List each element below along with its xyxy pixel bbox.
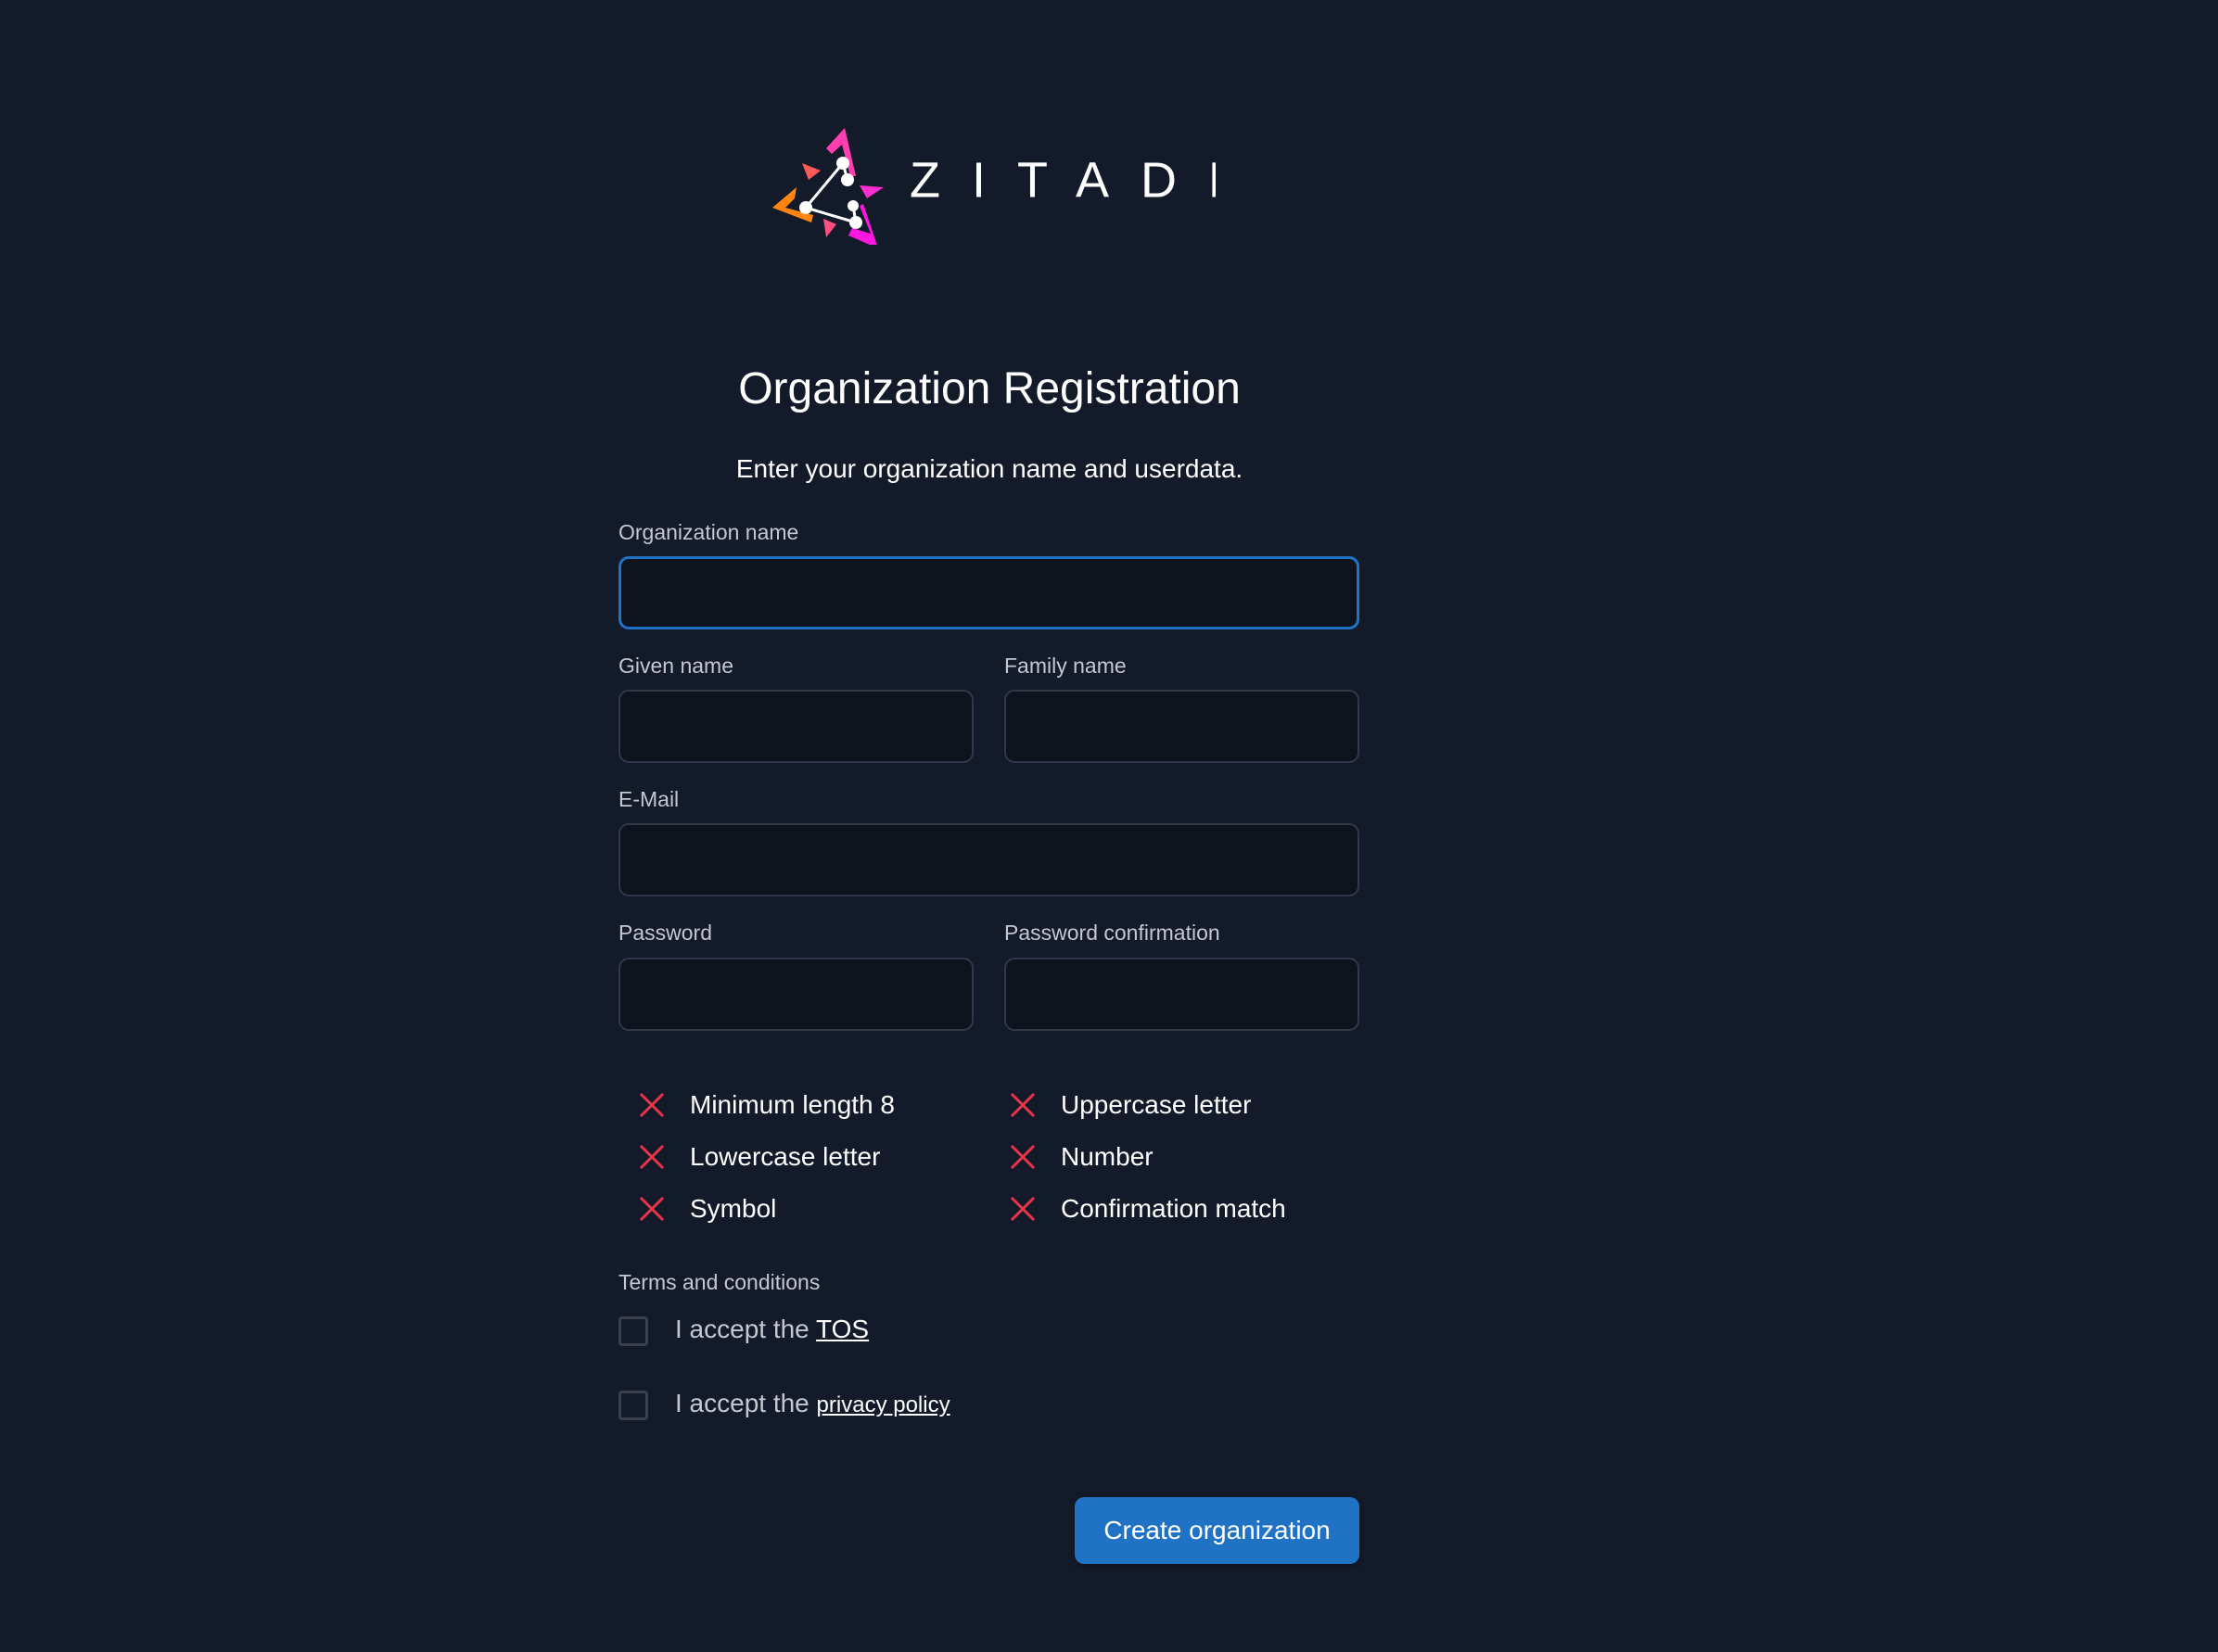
x-icon [639,1092,665,1118]
password-rule-label: Minimum length 8 [690,1090,895,1119]
tos-checkbox[interactable] [618,1316,648,1346]
x-icon [1010,1144,1036,1170]
page-subtitle: Enter your organization name and userdat… [735,454,1243,483]
tos-text: I accept the TOS [675,1315,869,1344]
password-confirm-label: Password confirmation [1004,921,1220,945]
password-rule: Symbol [638,1190,776,1227]
password-confirm-input[interactable] [1004,958,1359,1031]
page-title: Organization Registration [738,364,1241,413]
given-name-label: Given name [618,654,734,678]
tos-link[interactable]: TOS [816,1315,869,1343]
password-rule: Minimum length 8 [638,1087,895,1124]
org-name-label: Organization name [618,520,799,544]
family-name-input[interactable] [1004,690,1359,763]
privacy-policy-link[interactable]: privacy policy [817,1392,950,1417]
terms-label: Terms and conditions [618,1270,821,1294]
x-icon [639,1196,665,1222]
x-icon [1010,1196,1036,1222]
password-rule-label: Lowercase letter [690,1142,881,1171]
brand-wordmark: ZITADEL [910,152,1216,208]
password-rule-label: Symbol [690,1194,777,1223]
password-label: Password [618,921,712,945]
email-label: E-Mail [618,787,680,811]
zitadel-logo-icon: ZITADEL [772,128,1301,248]
tos-prefix: I accept the [675,1315,817,1343]
privacy-prefix: I accept the [675,1389,817,1417]
password-rule: Lowercase letter [638,1138,880,1175]
create-organization-button[interactable]: Create organization [1075,1497,1359,1564]
password-rule: Number [1009,1138,1154,1175]
email-input[interactable] [618,823,1359,896]
password-rule-label: Number [1061,1142,1154,1171]
zitadel-logo: ZITADEL [771,128,1301,248]
password-rule-label: Uppercase letter [1061,1090,1252,1119]
password-rule: Uppercase letter [1009,1087,1251,1124]
password-input[interactable] [618,958,974,1031]
privacy-text: I accept the privacy policy [675,1389,950,1418]
password-rule-label: Confirmation match [1061,1194,1286,1223]
org-name-input[interactable] [618,556,1359,629]
x-icon [639,1144,665,1170]
given-name-input[interactable] [618,690,974,763]
password-rule: Confirmation match [1009,1190,1286,1227]
x-icon [1010,1092,1036,1118]
family-name-label: Family name [1004,654,1127,678]
privacy-checkbox[interactable] [618,1391,648,1420]
